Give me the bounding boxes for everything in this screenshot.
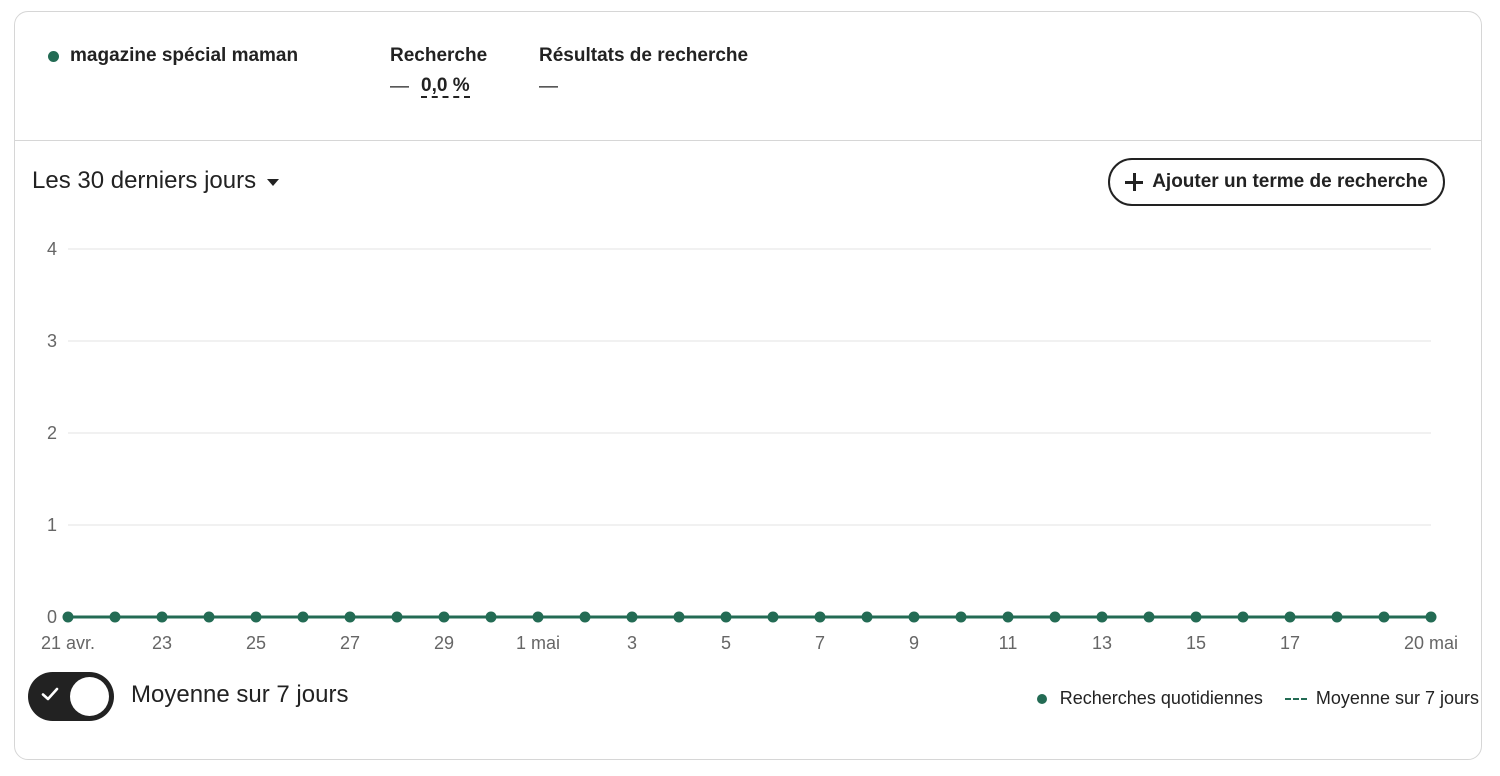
legend-daily-label: Recherches quotidiennes xyxy=(1059,688,1263,708)
data-point xyxy=(344,611,356,623)
data-point xyxy=(908,611,920,623)
data-point xyxy=(767,611,779,623)
data-point xyxy=(485,611,497,623)
data-point xyxy=(1425,611,1437,623)
x-tick-label: 20 mai xyxy=(1404,633,1458,653)
y-tick-label: 2 xyxy=(47,423,57,443)
data-point xyxy=(720,611,732,623)
x-tick-label: 13 xyxy=(1092,633,1112,653)
x-tick-label: 9 xyxy=(909,633,919,653)
y-tick-label: 1 xyxy=(47,515,57,535)
x-tick-label: 1 mai xyxy=(516,633,560,653)
data-point xyxy=(1096,611,1108,623)
seven-day-average-label: Moyenne sur 7 jours xyxy=(131,681,349,708)
legend-daily-marker xyxy=(1036,693,1047,704)
check-icon xyxy=(41,687,59,701)
chart-grid xyxy=(68,248,1431,526)
data-point xyxy=(250,611,262,623)
data-point xyxy=(1143,611,1155,623)
x-tick-label: 3 xyxy=(627,633,637,653)
data-point xyxy=(156,611,168,623)
x-tick-label: 7 xyxy=(815,633,825,653)
x-tick-label: 29 xyxy=(434,633,454,653)
data-point xyxy=(203,611,215,623)
data-point xyxy=(1284,611,1296,623)
data-point xyxy=(861,611,873,623)
data-point xyxy=(814,611,826,623)
x-tick-label: 21 avr. xyxy=(41,633,95,653)
x-tick-label: 23 xyxy=(152,633,172,653)
daily-searches-chart: 01234 21 avr. 23 25 27 29 1 mai 3 5 7 9 11 13 15 17 20… xyxy=(41,239,1458,653)
y-tick-label: 3 xyxy=(47,331,57,351)
data-point xyxy=(955,611,967,623)
data-point xyxy=(673,611,685,623)
x-tick-label: 15 xyxy=(1186,633,1206,653)
data-point xyxy=(1049,611,1061,623)
chart-legend: Recherches quotidiennes Moyenne sur 7 jo… xyxy=(1036,688,1479,709)
y-tick-label: 4 xyxy=(47,239,57,259)
y-tick-label: 0 xyxy=(47,607,57,627)
data-point xyxy=(1237,611,1249,623)
data-point xyxy=(438,611,450,623)
x-axis-ticks: 21 avr. 23 25 27 29 1 mai 3 5 7 9 11 13 15 17 20 mai xyxy=(41,633,1458,653)
data-point xyxy=(1378,611,1390,623)
data-point xyxy=(532,611,544,623)
y-axis-ticks: 0 1 2 3 4 xyxy=(47,239,57,627)
data-point xyxy=(1190,611,1202,623)
data-point xyxy=(1331,611,1343,623)
data-point xyxy=(579,611,591,623)
data-point xyxy=(626,611,638,623)
x-tick-label: 11 xyxy=(999,633,1018,653)
legend-average-label: Moyenne sur 7 jours xyxy=(1315,688,1479,708)
data-point xyxy=(109,611,121,623)
series-daily-searches xyxy=(62,611,1437,623)
x-tick-label: 27 xyxy=(340,633,360,653)
data-point xyxy=(1002,611,1014,623)
x-tick-label: 17 xyxy=(1280,633,1300,653)
seven-day-average-toggle[interactable] xyxy=(28,672,114,721)
toggle-knob xyxy=(70,677,109,716)
legend-average-marker xyxy=(1284,697,1307,700)
x-tick-label: 25 xyxy=(246,633,266,653)
data-point xyxy=(297,611,309,623)
data-point xyxy=(391,611,403,623)
data-point xyxy=(62,611,74,623)
x-tick-label: 5 xyxy=(721,633,731,653)
